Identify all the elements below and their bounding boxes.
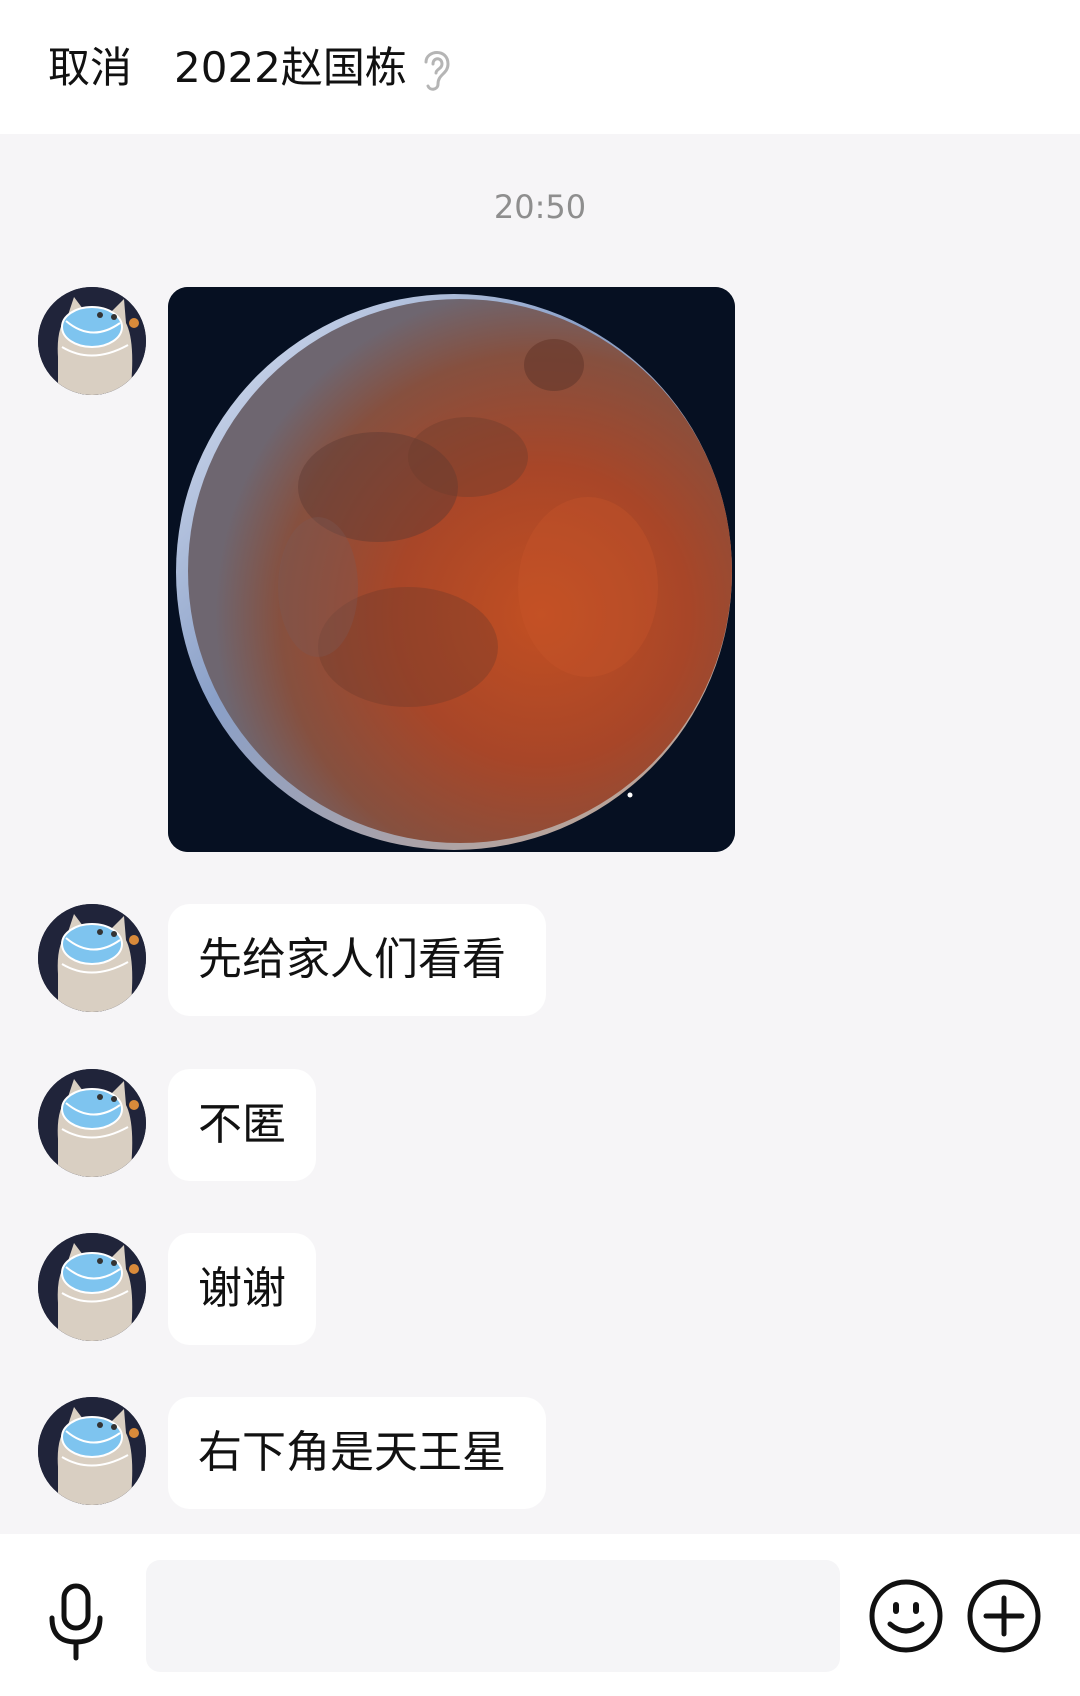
ear-icon[interactable] [418,44,454,94]
microphone-icon[interactable] [46,1582,106,1662]
message-bubble[interactable]: 右下角是天王星 [168,1397,546,1509]
avatar[interactable] [38,1233,146,1341]
cancel-button[interactable]: 取消 [48,38,132,98]
message-input[interactable] [146,1560,840,1672]
input-bar [0,1534,1080,1696]
plus-circle-icon[interactable] [966,1578,1042,1654]
avatar[interactable] [38,1397,146,1505]
smiley-icon[interactable] [868,1578,944,1654]
chat-title: 2022赵国栋 [174,43,407,92]
message-bubble[interactable]: 先给家人们看看 [168,904,546,1016]
moon-photo[interactable] [168,287,735,852]
message-bubble[interactable]: 谢谢 [168,1233,316,1345]
avatar[interactable] [38,904,146,1012]
message-timestamp: 20:50 [493,188,587,226]
avatar[interactable] [38,1069,146,1177]
chat-header: 取消 2022赵国栋 [0,0,1080,134]
message-bubble[interactable]: 不匿 [168,1069,316,1181]
avatar[interactable] [38,287,146,395]
